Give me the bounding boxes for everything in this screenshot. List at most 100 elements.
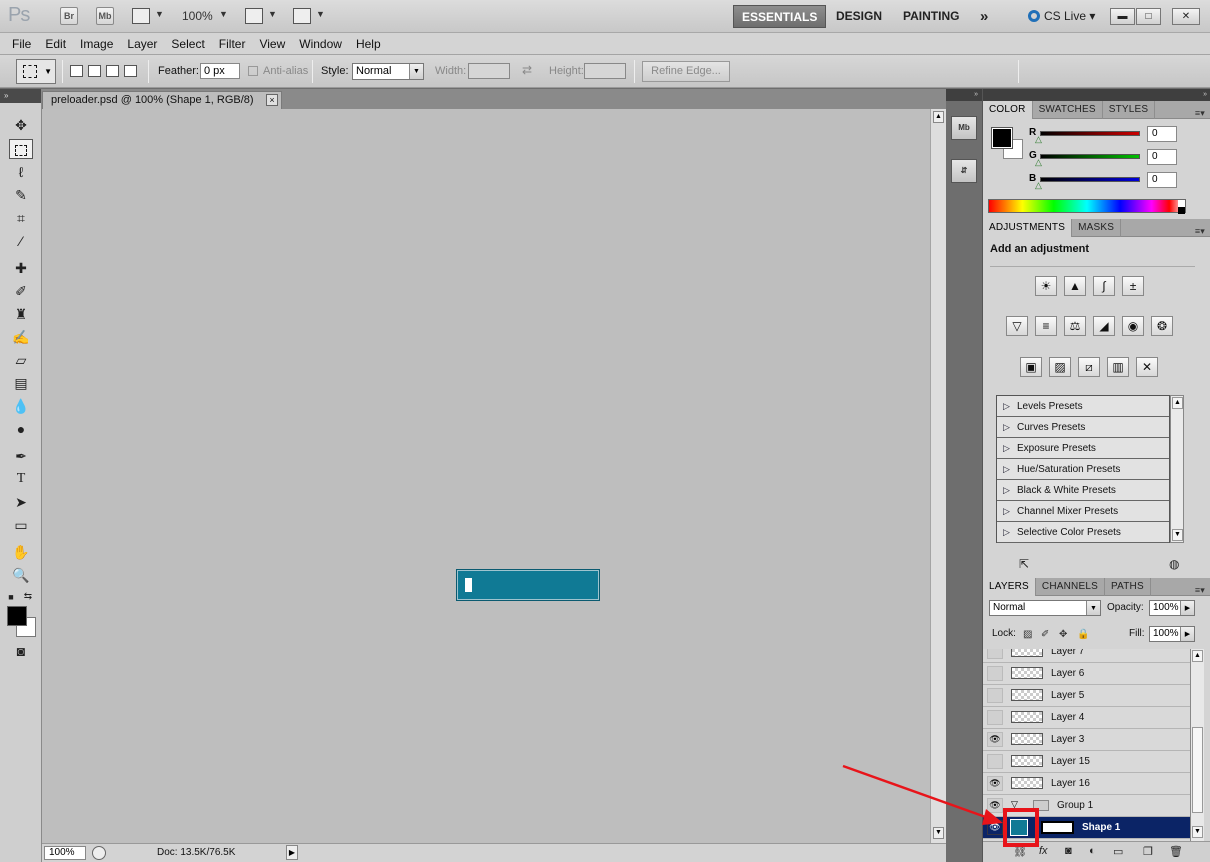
menu-image[interactable]: Image bbox=[73, 33, 120, 55]
color-spectrum-bar[interactable] bbox=[988, 199, 1186, 214]
preset-exposure[interactable]: ▷ Exposure Presets bbox=[997, 438, 1169, 459]
menu-file[interactable]: File bbox=[5, 33, 38, 55]
blue-value-input[interactable]: 0 bbox=[1147, 172, 1177, 188]
new-selection-icon[interactable] bbox=[70, 65, 83, 77]
vibrance-icon[interactable]: ▽ bbox=[1006, 316, 1028, 336]
red-slider-track[interactable] bbox=[1040, 131, 1140, 136]
eye-icon[interactable]: 👁 bbox=[987, 732, 1003, 747]
feather-input[interactable]: 0 px bbox=[200, 63, 240, 79]
color-foreground-swatch[interactable] bbox=[991, 127, 1013, 149]
tab-styles[interactable]: STYLES bbox=[1103, 101, 1156, 119]
screen-mode-icon[interactable] bbox=[293, 8, 311, 24]
collapse-panels-icon[interactable]: » bbox=[983, 89, 1210, 101]
eye-icon[interactable]: 👁 bbox=[987, 798, 1003, 813]
menu-window[interactable]: Window bbox=[292, 33, 349, 55]
layer-style-icon[interactable]: fx bbox=[1039, 845, 1048, 857]
layer-row-layer-7[interactable]: Layer 7 bbox=[983, 649, 1190, 663]
scroll-up-icon[interactable]: ▲ bbox=[1192, 650, 1203, 662]
red-value-input[interactable]: 0 bbox=[1147, 126, 1177, 142]
type-tool-icon[interactable]: T bbox=[9, 469, 33, 489]
invert-icon[interactable]: ▣ bbox=[1020, 357, 1042, 377]
lock-transparent-icon[interactable]: ▨ bbox=[1023, 629, 1032, 640]
layer-row-layer-16[interactable]: 👁 Layer 16 bbox=[983, 773, 1190, 795]
black-white-ramp[interactable] bbox=[1178, 200, 1185, 214]
height-input[interactable] bbox=[584, 63, 626, 79]
selective-color-icon[interactable]: ✕ bbox=[1136, 357, 1158, 377]
swap-colors-icon[interactable]: ⇆ bbox=[21, 587, 35, 607]
rectangle-shape-tool-icon[interactable]: ▭ bbox=[9, 515, 33, 535]
gradient-tool-icon[interactable]: ▤ bbox=[9, 373, 33, 393]
curves-icon[interactable]: ∫ bbox=[1093, 276, 1115, 296]
preset-selective-color[interactable]: ▷ Selective Color Presets bbox=[997, 522, 1169, 543]
workspace-painting-button[interactable]: PAINTING bbox=[895, 5, 967, 28]
scroll-up-icon[interactable]: ▲ bbox=[1172, 397, 1183, 409]
green-slider-track[interactable] bbox=[1040, 154, 1140, 159]
tab-paths[interactable]: PATHS bbox=[1105, 578, 1151, 596]
layer-row-layer-4[interactable]: Layer 4 bbox=[983, 707, 1190, 729]
close-window-button[interactable]: ✕ bbox=[1172, 8, 1200, 25]
canvas-vertical-scrollbar[interactable]: ▲ ▼ bbox=[930, 109, 946, 843]
marquee-tool-icon[interactable] bbox=[9, 139, 33, 159]
layers-scrollbar[interactable]: ▲ ▼ bbox=[1190, 649, 1204, 841]
exposure-icon[interactable]: ± bbox=[1122, 276, 1144, 296]
add-to-selection-icon[interactable] bbox=[88, 65, 101, 77]
tab-adjustments[interactable]: ADJUSTMENTS bbox=[983, 219, 1073, 237]
scroll-up-icon[interactable]: ▲ bbox=[933, 111, 944, 123]
lock-position-icon[interactable]: ✥ bbox=[1059, 629, 1067, 640]
default-colors-icon[interactable]: ■ bbox=[4, 587, 18, 607]
red-slider-thumb[interactable]: △ bbox=[1035, 134, 1042, 145]
hand-tool-icon[interactable]: ✋ bbox=[9, 542, 33, 562]
panel-menu-icon[interactable]: ≡▾ bbox=[1195, 581, 1205, 599]
scroll-down-icon[interactable]: ▼ bbox=[933, 827, 944, 839]
cs-live-menu[interactable]: CS Live ▾ bbox=[1028, 9, 1095, 23]
dodge-tool-icon[interactable]: ● bbox=[9, 419, 33, 439]
delete-layer-icon[interactable]: 🗑 bbox=[1169, 845, 1183, 858]
history-panel-icon[interactable]: ⇵ bbox=[951, 159, 977, 183]
maximize-button[interactable]: □ bbox=[1136, 8, 1161, 25]
refine-edge-button[interactable]: Refine Edge... bbox=[642, 61, 730, 82]
preset-curves[interactable]: ▷ Curves Presets bbox=[997, 417, 1169, 438]
layer-row-layer-5[interactable]: Layer 5 bbox=[983, 685, 1190, 707]
visibility-toggle[interactable] bbox=[987, 754, 1003, 769]
mini-bridge-button[interactable]: Mb bbox=[96, 7, 114, 25]
menu-view[interactable]: View bbox=[252, 33, 292, 55]
gradient-map-icon[interactable]: ▥ bbox=[1107, 357, 1129, 377]
levels-icon[interactable]: ▲ bbox=[1064, 276, 1086, 296]
swap-dimensions-icon[interactable]: ⇄ bbox=[522, 63, 532, 77]
zoom-level-input[interactable]: 100% bbox=[44, 846, 86, 860]
tab-color[interactable]: COLOR bbox=[983, 101, 1033, 119]
screen-mode-dropdown-icon[interactable]: ▼ bbox=[316, 9, 325, 19]
arrange-documents-icon[interactable] bbox=[245, 8, 263, 24]
scroll-down-icon[interactable]: ▼ bbox=[1192, 826, 1203, 838]
workspace-design-button[interactable]: DESIGN bbox=[828, 5, 890, 28]
layer-row-layer-3[interactable]: 👁 Layer 3 bbox=[983, 729, 1190, 751]
subtract-from-selection-icon[interactable] bbox=[106, 65, 119, 77]
black-white-icon[interactable]: ◢ bbox=[1093, 316, 1115, 336]
eraser-tool-icon[interactable]: ▱ bbox=[9, 350, 33, 370]
tab-swatches[interactable]: SWATCHES bbox=[1033, 101, 1103, 119]
presets-scrollbar[interactable]: ▲ ▼ bbox=[1170, 395, 1184, 543]
quick-selection-tool-icon[interactable]: ✎ bbox=[9, 185, 33, 205]
zoom-tool-icon[interactable]: 🔍 bbox=[9, 565, 33, 585]
brush-tool-icon[interactable]: ✐ bbox=[9, 281, 33, 301]
expanded-view-icon[interactable]: ◍ bbox=[1169, 557, 1179, 571]
menu-edit[interactable]: Edit bbox=[38, 33, 73, 55]
opacity-input[interactable]: 100% ▶ bbox=[1149, 600, 1195, 616]
posterize-icon[interactable]: ▨ bbox=[1049, 357, 1071, 377]
document-tab[interactable]: preloader.psd @ 100% (Shape 1, RGB/8) × bbox=[42, 91, 282, 109]
view-extras-icon[interactable] bbox=[132, 8, 150, 24]
document-canvas[interactable] bbox=[42, 109, 930, 843]
tools-panel-collapse-icon[interactable]: » bbox=[0, 89, 41, 103]
green-value-input[interactable]: 0 bbox=[1147, 149, 1177, 165]
scroll-down-icon[interactable]: ▼ bbox=[1172, 529, 1183, 541]
new-group-icon[interactable]: ▭ bbox=[1113, 845, 1123, 858]
new-adjustment-layer-icon[interactable]: ◐ bbox=[1089, 845, 1096, 857]
layer-row-layer-15[interactable]: Layer 15 bbox=[983, 751, 1190, 773]
preset-black-white[interactable]: ▷ Black & White Presets bbox=[997, 480, 1169, 501]
path-selection-tool-icon[interactable]: ➤ bbox=[9, 492, 33, 512]
visibility-toggle[interactable] bbox=[987, 688, 1003, 703]
lock-image-icon[interactable]: ✐ bbox=[1041, 629, 1049, 640]
workspace-essentials-button[interactable]: ESSENTIALS bbox=[733, 5, 827, 28]
green-slider-thumb[interactable]: △ bbox=[1035, 157, 1042, 168]
visibility-toggle[interactable] bbox=[987, 649, 1003, 659]
